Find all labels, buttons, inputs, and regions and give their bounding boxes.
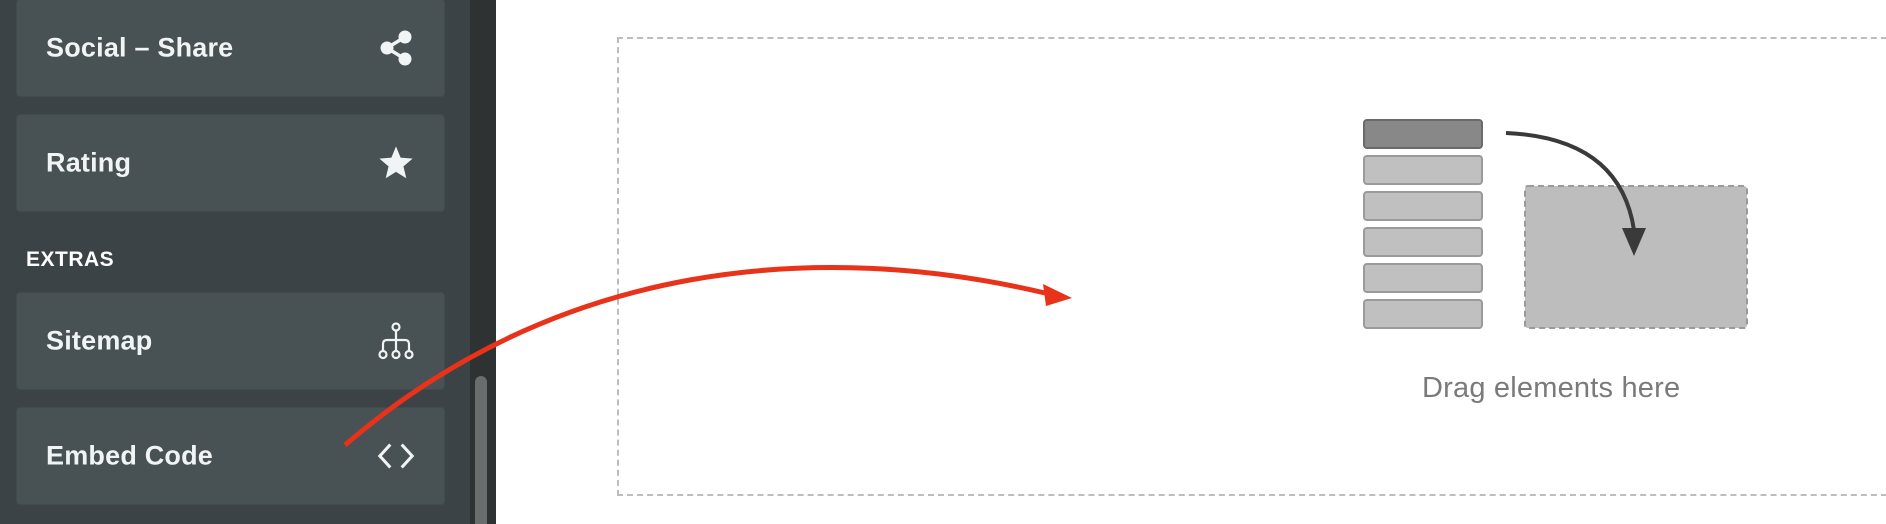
section-heading-extras: EXTRAS [26,248,115,271]
dropzone-hint-text: Drag elements here [1422,372,1681,404]
sidebar-item-label: Social – Share [46,32,234,63]
share-icon [376,28,416,68]
sidebar-item-label: Rating [46,147,132,178]
code-icon [376,436,416,476]
star-icon [376,143,416,183]
sidebar-item-label: Sitemap [46,325,153,356]
sidebar-item-embed-code[interactable]: Embed Code [16,407,445,505]
sidebar-item-social-share[interactable]: Social – Share [16,0,445,97]
sitemap-icon [376,321,416,361]
elements-sidebar: Social – Share Rating EXTRAS Sitemap Emb… [0,0,470,524]
scrollbar-thumb[interactable] [475,376,487,524]
editor-screen: Social – Share Rating EXTRAS Sitemap Emb… [0,0,1886,524]
sidebar-scrollbar[interactable] [470,0,496,524]
sidebar-item-rating[interactable]: Rating [16,114,445,212]
sidebar-item-sitemap[interactable]: Sitemap [16,292,445,390]
sidebar-item-label: Embed Code [46,440,214,471]
drag-drop-illustration [1362,118,1754,339]
